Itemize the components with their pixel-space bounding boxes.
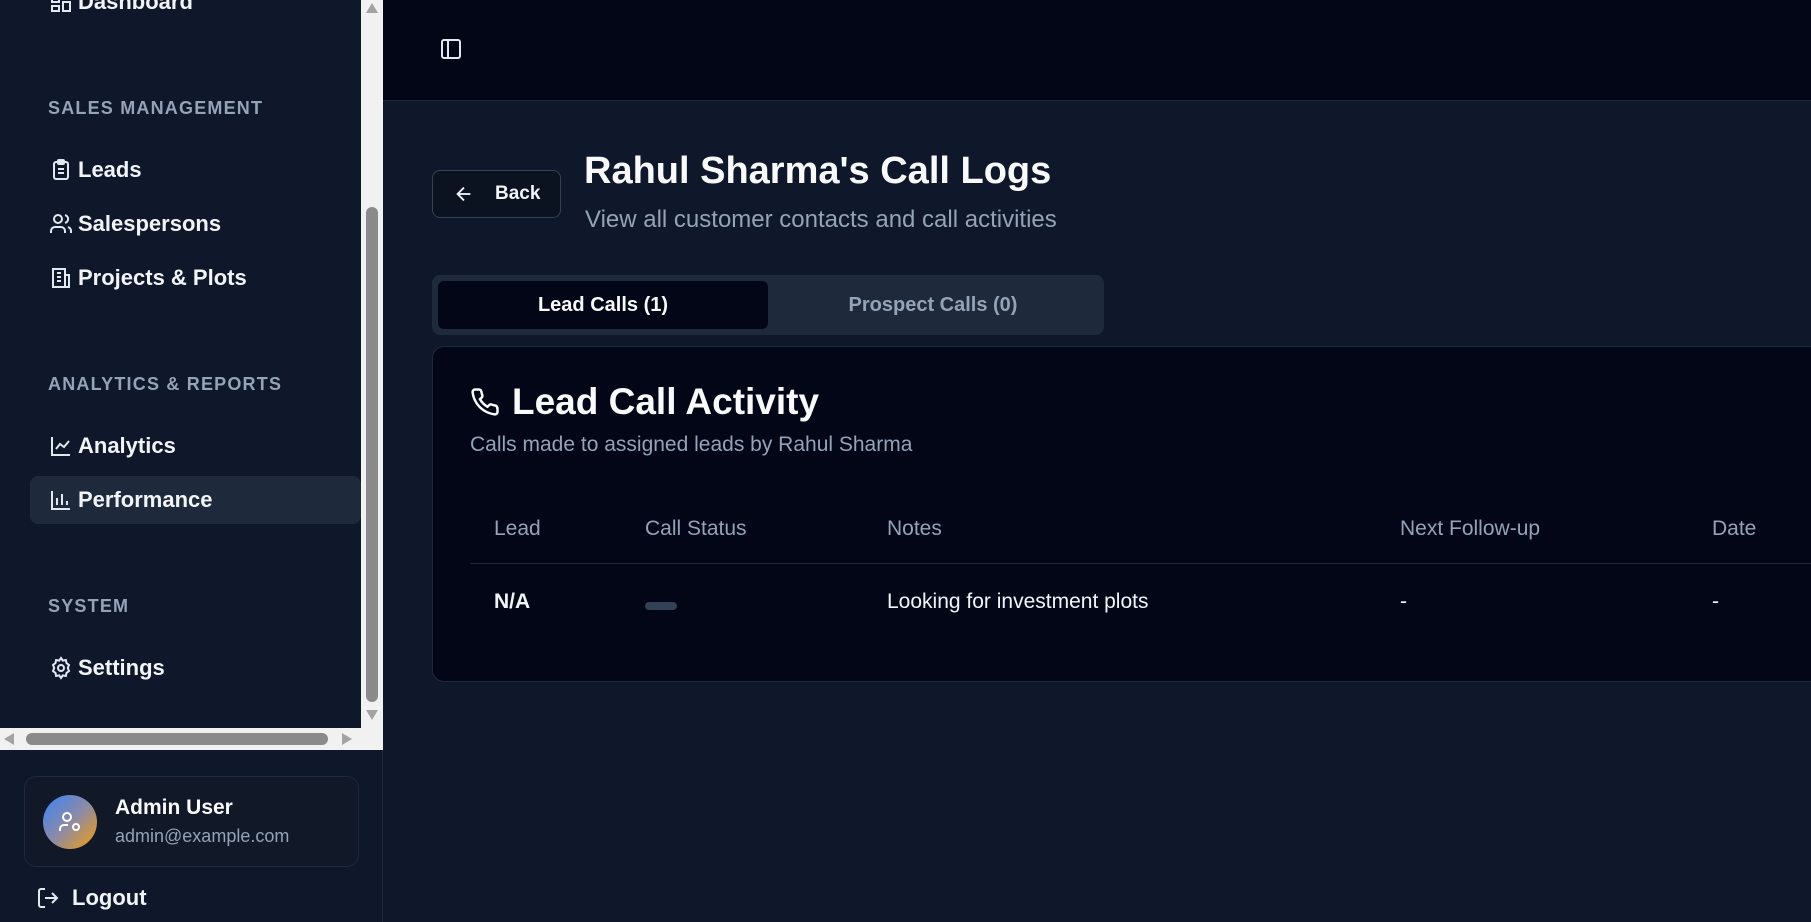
scrollbar-thumb[interactable] [366, 207, 378, 702]
sidebar-item-label: Dashboard [78, 0, 193, 14]
status-badge [645, 602, 677, 610]
sidebar-item-performance[interactable]: Performance [30, 476, 361, 524]
sidebar-item-label: Projects & Plots [78, 265, 247, 290]
page-title: Rahul Sharma's Call Logs [584, 150, 1052, 192]
avatar [43, 794, 97, 849]
cell-notes: Looking for investment plots [887, 590, 1149, 613]
arrow-left-icon [456, 186, 471, 202]
scroll-right-icon[interactable] [342, 733, 352, 745]
section-title-analytics: ANALYTICS & REPORTS [48, 374, 283, 394]
table-header: Lead Call Status Notes Next Follow-up Da… [470, 497, 1811, 564]
tab-lead-calls[interactable]: Lead Calls (1) [438, 281, 768, 329]
user-email: admin@example.com [115, 826, 290, 846]
top-bar [383, 0, 1811, 101]
user-name: Admin User [115, 796, 233, 819]
user-cog-icon [59, 811, 80, 831]
back-button[interactable]: Back [432, 170, 561, 218]
card-title-text: Lead Call Activity [512, 381, 820, 422]
phone-icon [471, 388, 499, 416]
sidebar-item-label: Settings [78, 655, 165, 680]
logout-label: Logout [72, 885, 147, 910]
sidebar-item-analytics[interactable]: Analytics [30, 422, 361, 470]
sidebar-item-leads[interactable]: Leads [30, 146, 361, 194]
sidebar-horizontal-scrollbar[interactable] [0, 728, 383, 750]
cell-date: - [1712, 590, 1719, 613]
column-header-lead: Lead [494, 517, 541, 540]
back-label: Back [495, 183, 541, 204]
sidebar-item-projects-plots[interactable]: Projects & Plots [30, 254, 361, 302]
sidebar-item-label: Analytics [78, 433, 176, 458]
column-header-next-follow-up: Next Follow-up [1400, 517, 1541, 540]
sidebar-vertical-scrollbar[interactable] [361, 0, 383, 728]
sidebar-item-label: Salespersons [78, 211, 222, 236]
lead-call-activity-card: Lead Call Activity Calls made to assigne… [432, 346, 1811, 682]
scrollbar-thumb[interactable] [26, 733, 328, 745]
card-title: Lead Call Activity [470, 381, 819, 423]
sidebar-toggle-icon[interactable] [439, 37, 463, 61]
sidebar-scroll-area: Dashboard SALES MANAGEMENT Leads Salespe… [0, 0, 383, 750]
section-title-sales: SALES MANAGEMENT [48, 98, 264, 118]
column-header-call-status: Call Status [645, 517, 747, 540]
user-card[interactable]: Admin User admin@example.com [24, 776, 359, 867]
card-description: Calls made to assigned leads by Rahul Sh… [470, 433, 913, 456]
call-log-table: Lead Call Status Notes Next Follow-up Da… [470, 497, 1811, 640]
sidebar-item-label: Leads [78, 157, 142, 182]
scroll-left-icon[interactable] [4, 733, 14, 745]
scroll-down-icon[interactable] [366, 710, 378, 720]
section-title-system: SYSTEM [48, 596, 130, 616]
logout-button[interactable]: Logout [36, 878, 147, 918]
logout-icon [38, 888, 59, 908]
sidebar-item-label: Performance [78, 487, 213, 512]
column-header-date: Date [1712, 517, 1757, 540]
scroll-up-icon[interactable] [366, 3, 378, 13]
sidebar-item-settings[interactable]: Settings [30, 644, 361, 692]
tab-prospect-calls[interactable]: Prospect Calls (0) [768, 281, 1098, 329]
column-header-notes: Notes [887, 517, 942, 540]
cell-lead: N/A [494, 590, 531, 613]
sidebar-item-dashboard[interactable]: Dashboard [30, 0, 361, 26]
cell-next-follow-up: - [1400, 590, 1407, 613]
call-tabs: Lead Calls (1) Prospect Calls (0) [432, 275, 1104, 335]
page-subtitle: View all customer contacts and call acti… [585, 206, 1057, 233]
sidebar: Dashboard SALES MANAGEMENT Leads Salespe… [0, 0, 383, 922]
sidebar-item-salespersons[interactable]: Salespersons [30, 200, 361, 248]
table-row[interactable]: N/A Looking for investment plots - - [470, 564, 1811, 640]
